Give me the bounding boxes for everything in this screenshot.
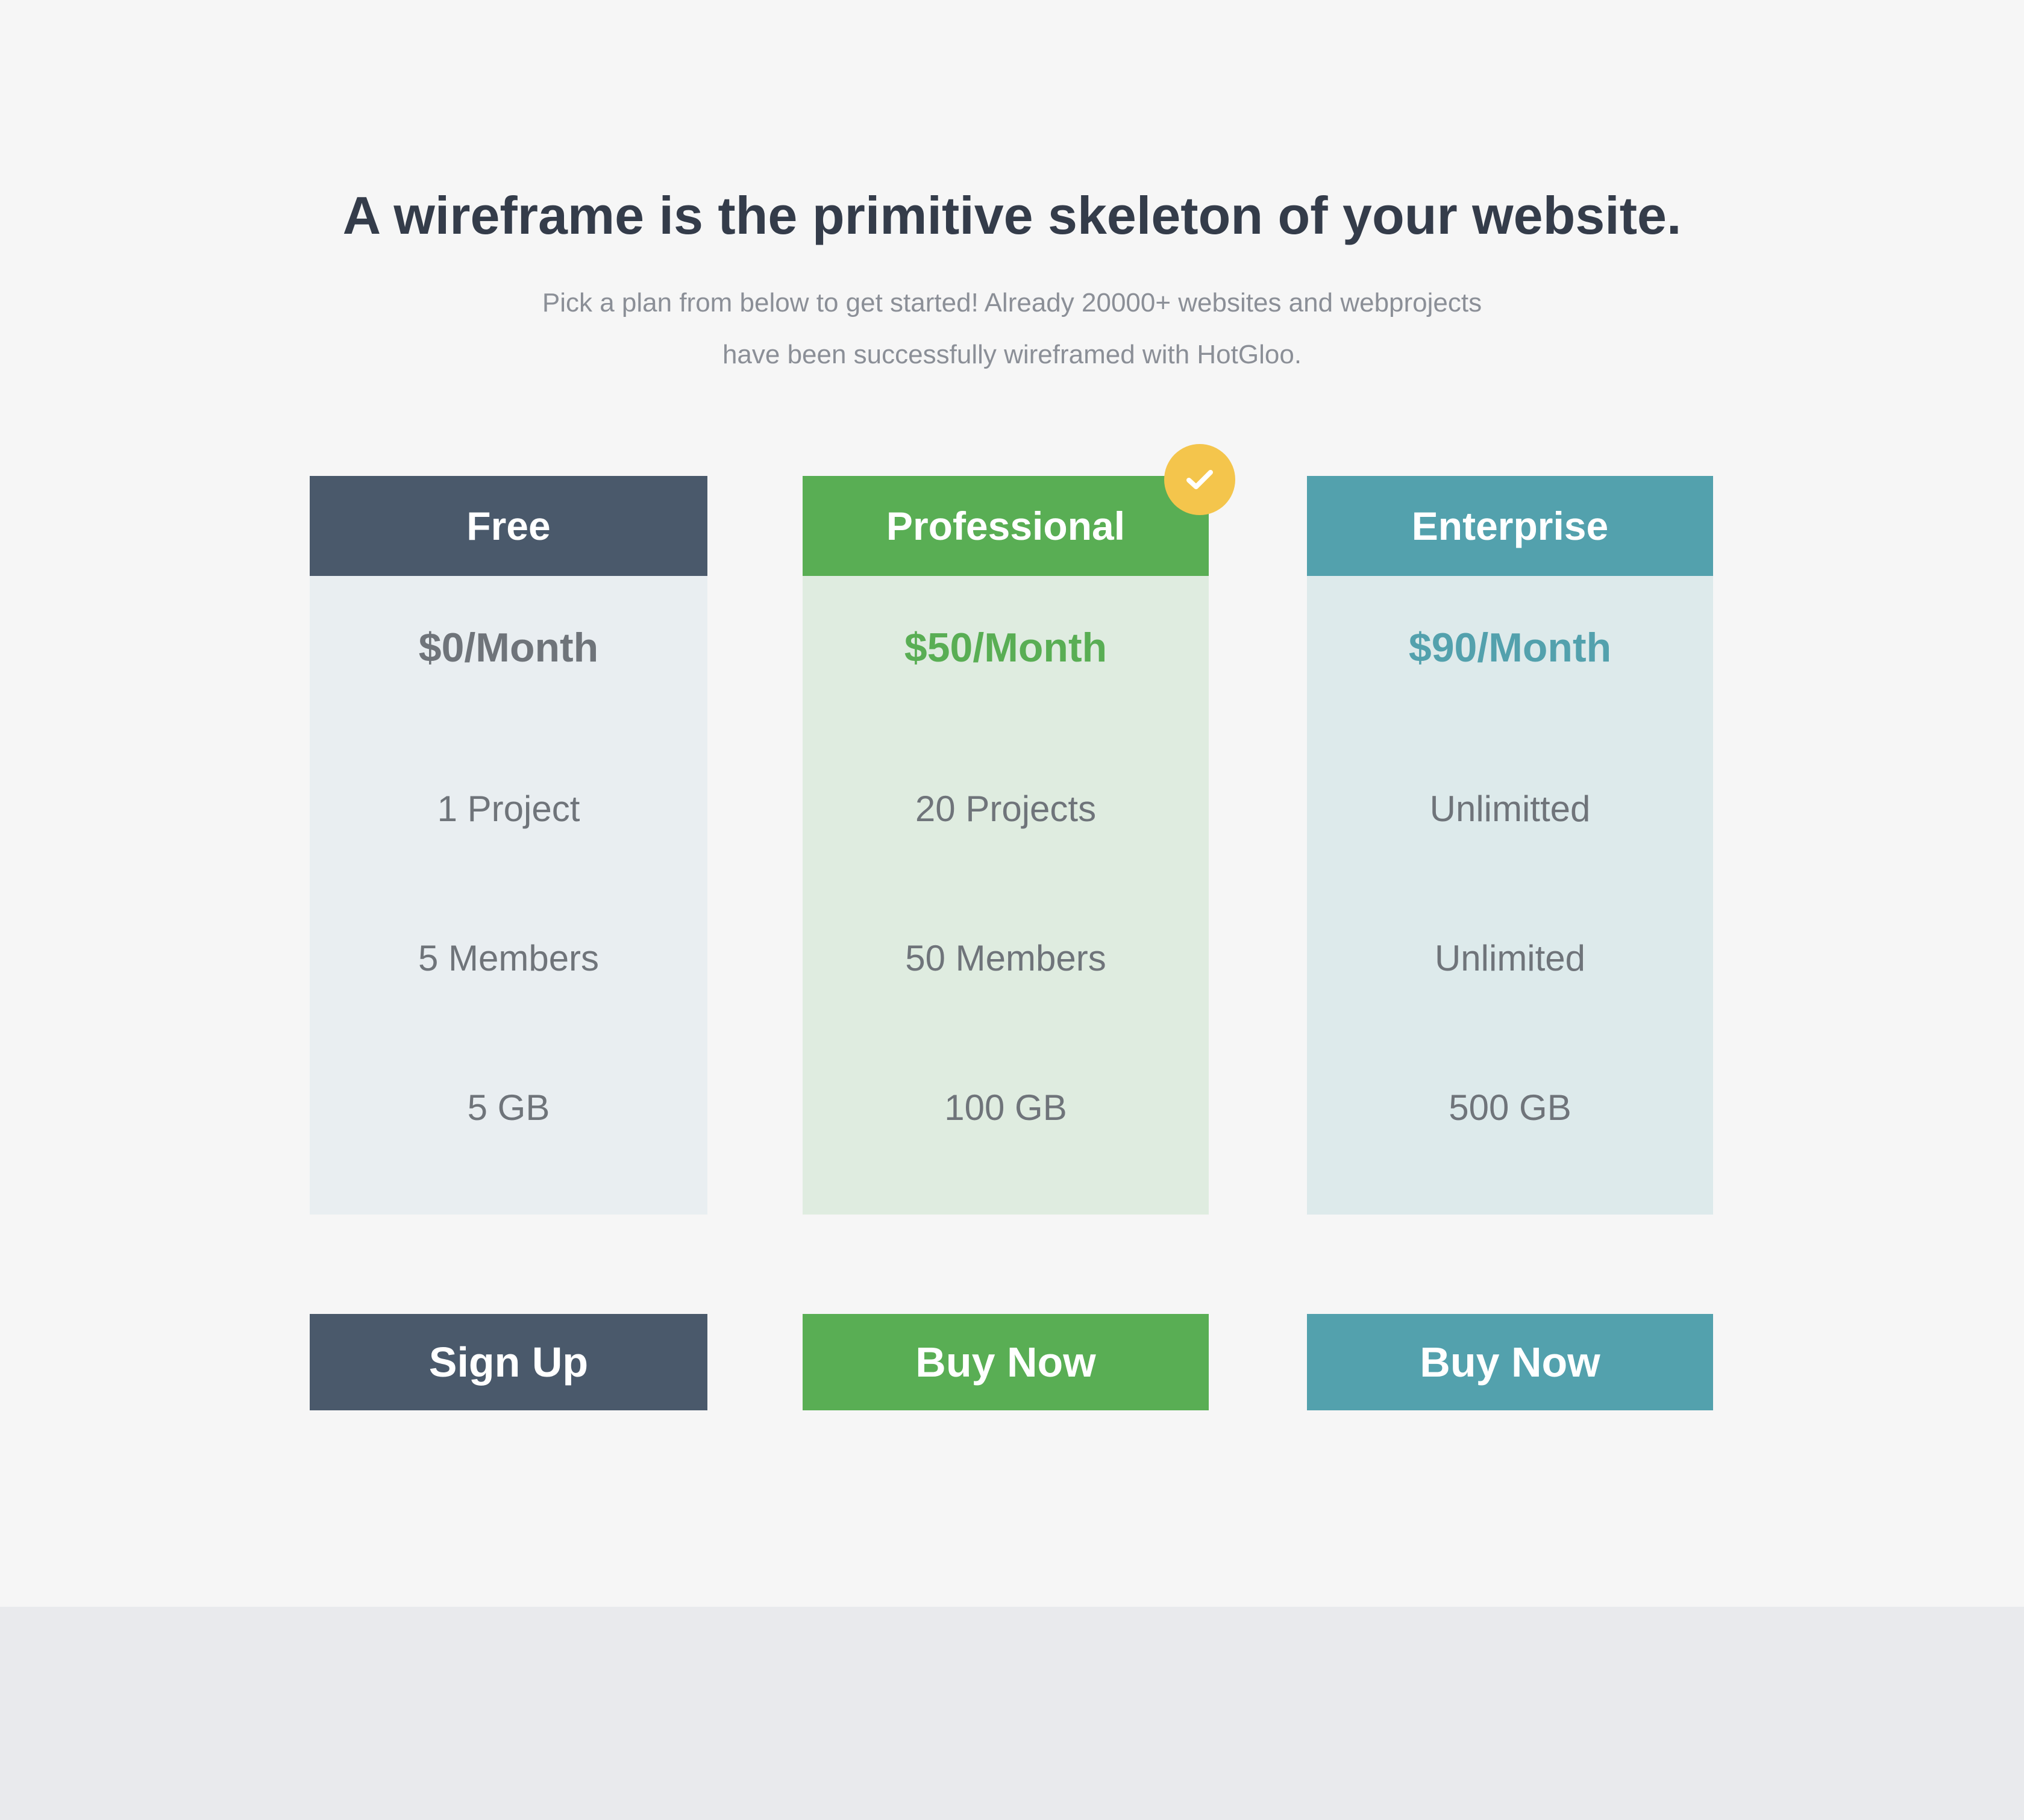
plan-enterprise-body: $90/Month Unlimitted Unlimited 500 GB (1307, 576, 1713, 1215)
subtitle-line-1: Pick a plan from below to get started! A… (542, 288, 1482, 317)
recommended-badge (1164, 444, 1235, 515)
plan-professional-feature-storage: 100 GB (944, 1087, 1067, 1128)
plan-free-price: $0/Month (418, 625, 599, 671)
plan-professional-price: $50/Month (904, 625, 1108, 671)
plan-free-header: Free (310, 476, 707, 576)
subtitle-line-2: have been successfully wireframed with H… (722, 340, 1302, 369)
plan-enterprise-feature-projects: Unlimitted (1429, 789, 1591, 829)
page-subtitle: Pick a plan from below to get started! A… (0, 277, 2024, 381)
footer-band (0, 1607, 2024, 1820)
check-icon (1186, 470, 1213, 489)
enterprise-buy-now-button[interactable]: Buy Now (1307, 1314, 1713, 1410)
plan-professional-name: Professional (886, 504, 1126, 548)
plan-enterprise-price: $90/Month (1408, 625, 1612, 671)
plan-professional-header: Professional (803, 476, 1209, 576)
plan-professional-body: $50/Month 20 Projects 50 Members 100 GB (803, 576, 1209, 1215)
plan-free-feature-members: 5 Members (418, 938, 600, 978)
professional-buy-now-button[interactable]: Buy Now (803, 1314, 1209, 1410)
plan-free-feature-projects: 1 Project (437, 789, 580, 829)
plan-professional-feature-members: 50 Members (905, 938, 1106, 978)
sign-up-button[interactable]: Sign Up (310, 1314, 707, 1410)
plan-free-feature-storage: 5 GB (467, 1087, 550, 1128)
plan-enterprise-name: Enterprise (1411, 504, 1609, 548)
plan-professional-feature-projects: 20 Projects (915, 789, 1097, 829)
plan-enterprise-feature-storage: 500 GB (1449, 1087, 1571, 1128)
plan-free-name: Free (466, 504, 551, 548)
plan-enterprise-feature-members: Unlimited (1434, 938, 1586, 978)
page-title: A wireframe is the primitive skeleton of… (342, 186, 1682, 245)
plan-enterprise-header: Enterprise (1307, 476, 1713, 576)
plan-free-body: $0/Month 1 Project 5 Members 5 GB (310, 576, 707, 1215)
